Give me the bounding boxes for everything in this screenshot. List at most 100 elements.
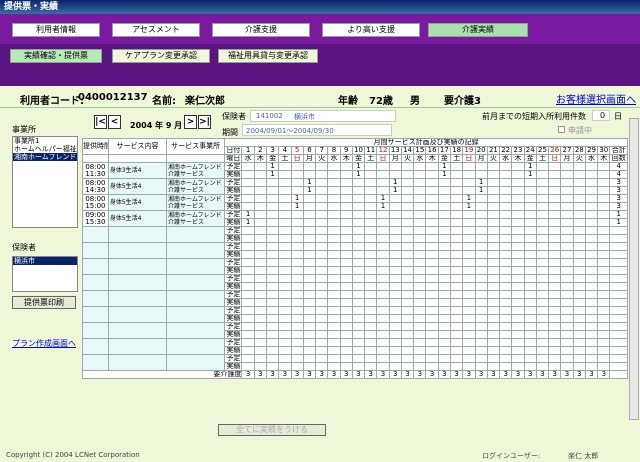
day-mark[interactable]: 1 xyxy=(351,162,366,171)
day-mark[interactable] xyxy=(278,266,292,275)
day-mark[interactable] xyxy=(499,250,513,259)
day-mark[interactable] xyxy=(376,298,390,307)
day-mark[interactable] xyxy=(499,186,513,195)
nav-assessment[interactable]: アセスメント xyxy=(112,23,200,37)
day-mark[interactable] xyxy=(597,178,611,187)
day-mark[interactable] xyxy=(548,314,562,323)
day-mark[interactable] xyxy=(351,242,366,251)
day-mark[interactable] xyxy=(449,306,464,315)
day-mark[interactable] xyxy=(462,362,476,371)
day-mark[interactable] xyxy=(597,338,611,347)
day-mark[interactable] xyxy=(462,234,476,243)
day-mark[interactable] xyxy=(351,322,366,331)
day-mark[interactable] xyxy=(315,322,329,331)
day-mark[interactable] xyxy=(597,194,611,203)
day-mark[interactable] xyxy=(474,314,488,323)
day-mark[interactable] xyxy=(523,274,537,283)
day-mark[interactable] xyxy=(584,322,599,331)
day-mark[interactable] xyxy=(241,354,255,363)
day-mark[interactable] xyxy=(584,202,599,211)
day-mark[interactable] xyxy=(523,218,537,227)
day-mark[interactable] xyxy=(511,338,525,347)
day-mark[interactable] xyxy=(462,330,476,339)
day-mark[interactable] xyxy=(437,322,451,331)
day-mark[interactable] xyxy=(339,258,353,267)
day-mark[interactable] xyxy=(474,258,488,267)
day-mark[interactable] xyxy=(388,194,402,203)
day-mark[interactable] xyxy=(413,186,427,195)
day-mark[interactable] xyxy=(351,218,366,227)
day-mark[interactable] xyxy=(548,298,562,307)
day-mark[interactable] xyxy=(535,194,550,203)
subnav-welfare[interactable]: 福祉用具貸与変更承認 xyxy=(218,49,318,63)
day-mark[interactable] xyxy=(265,226,280,235)
day-mark[interactable] xyxy=(364,354,378,363)
day-mark[interactable] xyxy=(499,298,513,307)
day-mark[interactable]: 1 xyxy=(290,194,304,203)
day-mark[interactable] xyxy=(474,242,488,251)
day-mark[interactable] xyxy=(560,282,574,291)
day-mark[interactable] xyxy=(302,210,317,219)
day-mark[interactable] xyxy=(425,226,439,235)
day-mark[interactable] xyxy=(572,346,586,355)
day-mark[interactable] xyxy=(584,354,599,363)
day-mark[interactable] xyxy=(486,346,501,355)
day-mark[interactable]: 1 xyxy=(474,186,488,195)
day-mark[interactable] xyxy=(462,210,476,219)
day-mark[interactable] xyxy=(572,306,586,315)
day-mark[interactable] xyxy=(499,226,513,235)
day-mark[interactable] xyxy=(351,194,366,203)
day-mark[interactable] xyxy=(265,202,280,211)
day-mark[interactable] xyxy=(253,314,268,323)
day-mark[interactable] xyxy=(400,322,415,331)
day-mark[interactable] xyxy=(339,266,353,275)
day-mark[interactable] xyxy=(400,170,415,179)
day-mark[interactable] xyxy=(376,186,390,195)
day-mark[interactable]: 1 xyxy=(265,170,280,179)
day-mark[interactable] xyxy=(339,170,353,179)
day-mark[interactable] xyxy=(290,186,304,195)
day-mark[interactable] xyxy=(584,178,599,187)
day-mark[interactable] xyxy=(437,218,451,227)
day-mark[interactable] xyxy=(474,346,488,355)
day-mark[interactable] xyxy=(449,338,464,347)
day-mark[interactable] xyxy=(290,298,304,307)
day-mark[interactable] xyxy=(560,314,574,323)
day-mark[interactable] xyxy=(413,322,427,331)
day-mark[interactable] xyxy=(425,346,439,355)
day-mark[interactable] xyxy=(437,186,451,195)
day-mark[interactable] xyxy=(449,258,464,267)
day-mark[interactable] xyxy=(499,282,513,291)
day-mark[interactable] xyxy=(400,362,415,371)
day-mark[interactable] xyxy=(572,186,586,195)
day-mark[interactable] xyxy=(474,194,488,203)
day-mark[interactable] xyxy=(486,258,501,267)
day-mark[interactable] xyxy=(535,170,550,179)
day-mark[interactable] xyxy=(548,258,562,267)
day-mark[interactable] xyxy=(437,226,451,235)
day-mark[interactable] xyxy=(388,290,402,299)
nav-care-actual[interactable]: 介護実績 xyxy=(428,23,528,37)
day-mark[interactable] xyxy=(535,274,550,283)
print-button[interactable]: 提供票印刷 xyxy=(12,296,76,309)
day-mark[interactable]: 1 xyxy=(351,170,366,179)
day-mark[interactable] xyxy=(584,218,599,227)
day-mark[interactable] xyxy=(572,354,586,363)
day-mark[interactable] xyxy=(290,242,304,251)
day-mark[interactable] xyxy=(388,242,402,251)
day-mark[interactable] xyxy=(548,290,562,299)
day-mark[interactable] xyxy=(499,306,513,315)
day-mark[interactable] xyxy=(339,330,353,339)
day-mark[interactable] xyxy=(523,258,537,267)
day-mark[interactable] xyxy=(474,210,488,219)
day-mark[interactable] xyxy=(388,202,402,211)
day-mark[interactable] xyxy=(241,250,255,259)
day-mark[interactable] xyxy=(400,162,415,171)
day-mark[interactable] xyxy=(315,282,329,291)
day-mark[interactable] xyxy=(278,282,292,291)
day-mark[interactable] xyxy=(376,314,390,323)
day-mark[interactable] xyxy=(437,282,451,291)
day-mark[interactable] xyxy=(400,274,415,283)
day-mark[interactable] xyxy=(376,218,390,227)
day-mark[interactable] xyxy=(535,322,550,331)
